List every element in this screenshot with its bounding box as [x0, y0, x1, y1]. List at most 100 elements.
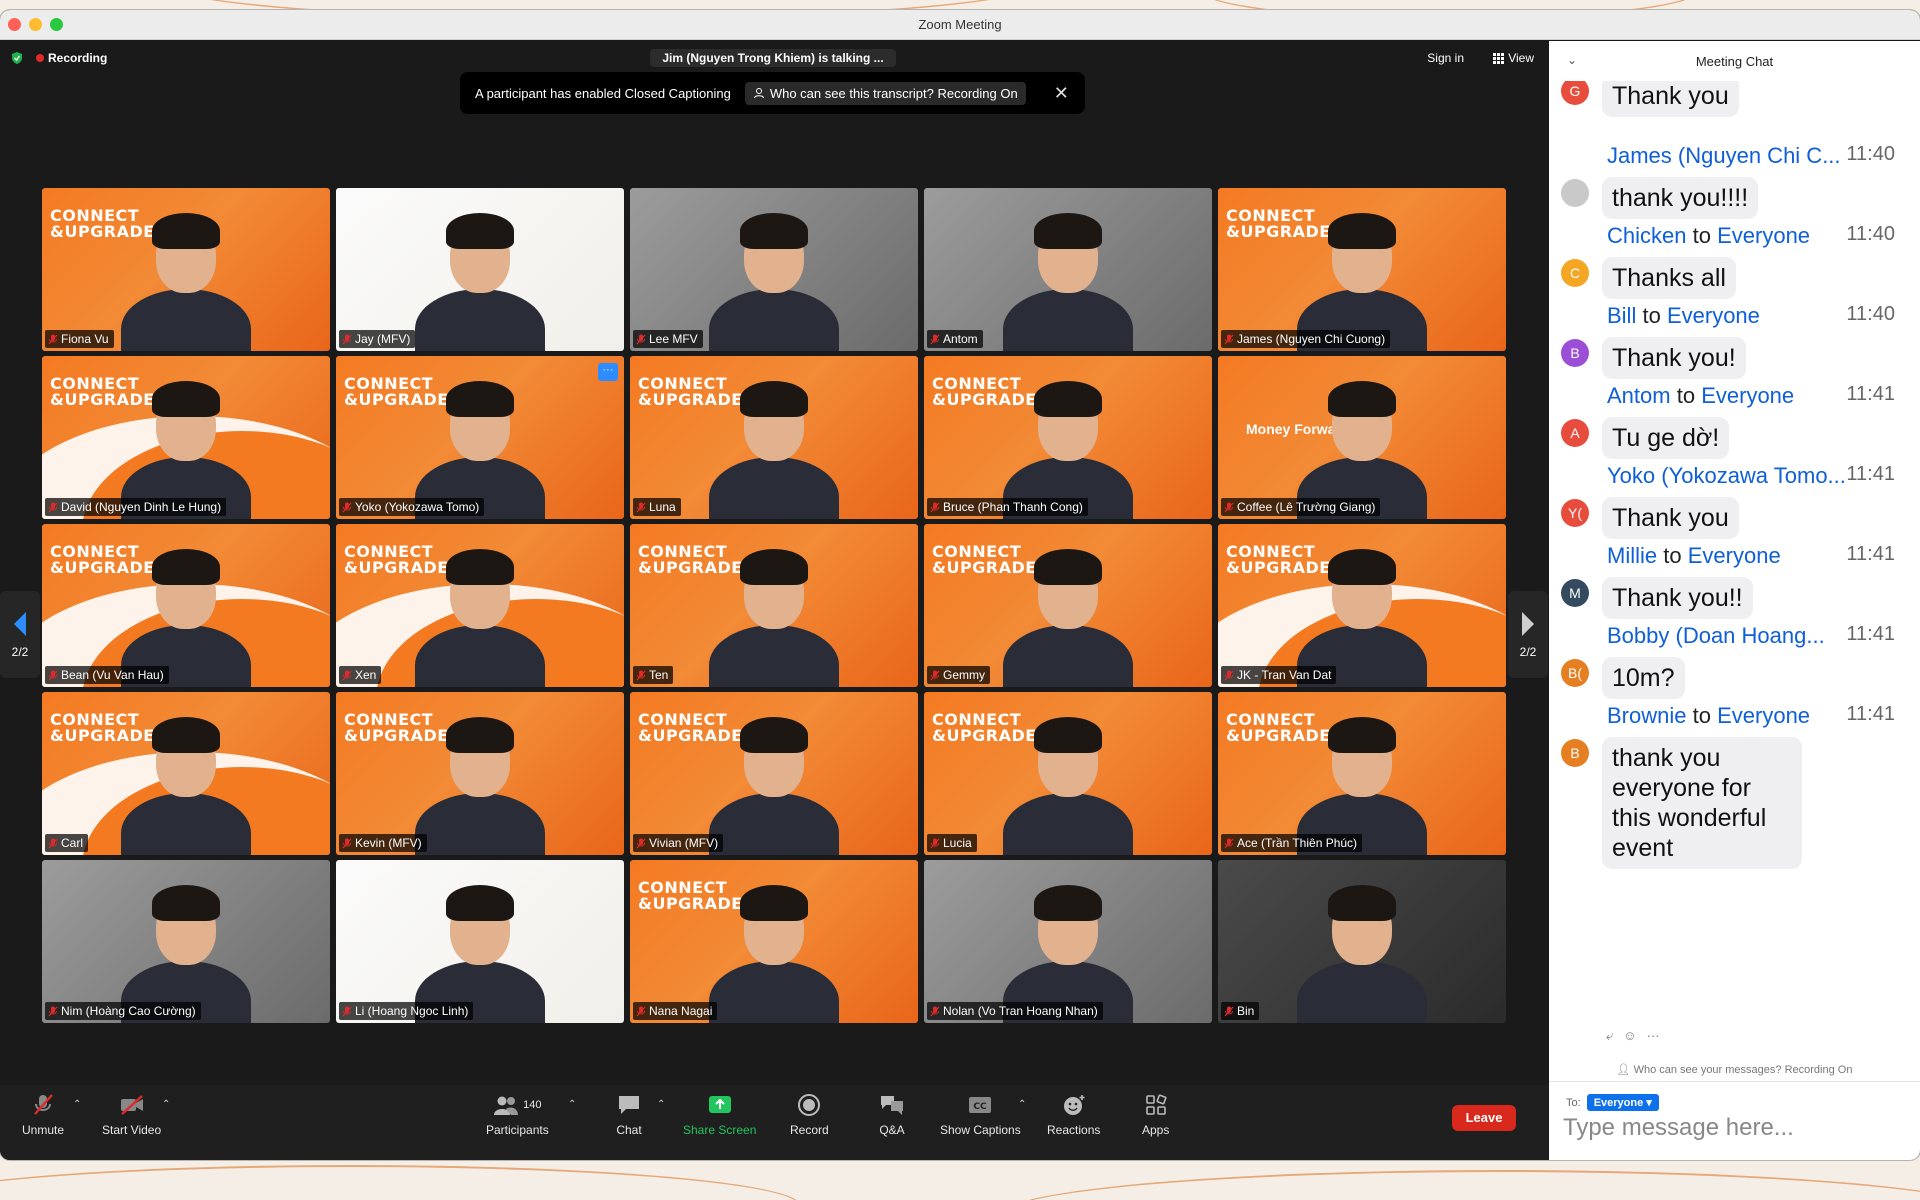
- avatar: G: [1561, 81, 1589, 105]
- chat-message-input[interactable]: [1563, 1112, 1903, 1144]
- view-button[interactable]: View: [1493, 51, 1534, 65]
- next-page-button[interactable]: 2/2: [1508, 591, 1548, 678]
- participant-tile[interactable]: CONNECT &UPGRADE James (Nguyen Chi Cuong): [1218, 188, 1506, 351]
- mic-off-icon: [342, 838, 352, 848]
- participant-tile[interactable]: CONNECT &UPGRADE Fiona Vu: [42, 188, 330, 351]
- participant-tile[interactable]: Jay (MFV): [336, 188, 624, 351]
- zoom-window-button[interactable]: [50, 18, 63, 31]
- message-actions: ⤶ ☺ ···: [1606, 1028, 1660, 1044]
- participant-video: [1003, 369, 1133, 519]
- participant-video: [709, 705, 839, 855]
- recording-dot-icon: [36, 54, 44, 62]
- participants-caret-icon[interactable]: ⌃: [568, 1099, 576, 1110]
- video-grid: CONNECT &UPGRADE Fiona Vu Jay (MFV) Lee MFV A…: [42, 188, 1506, 1023]
- participants-button[interactable]: 140 Participants: [486, 1093, 549, 1137]
- chat-message-list[interactable]: Gemmy to EveryoneGThank youJames (Nguyen…: [1549, 81, 1920, 1061]
- participant-name-tag: Bin: [1221, 1002, 1260, 1020]
- participant-tile[interactable]: Nim (Hoàng Cao Cường): [42, 860, 330, 1023]
- participant-tile[interactable]: Nolan (Vo Tran Hoang Nhan): [924, 860, 1212, 1023]
- sign-in-button[interactable]: Sign in: [1427, 51, 1464, 65]
- participant-name: Lee MFV: [649, 332, 698, 346]
- reply-icon[interactable]: ⤶: [1606, 1028, 1613, 1044]
- participant-tile[interactable]: CONNECT &UPGRADE Ten: [630, 524, 918, 687]
- participant-tile[interactable]: CONNECT &UPGRADE Carl: [42, 692, 330, 855]
- mic-off-icon: [1224, 334, 1234, 344]
- close-icon[interactable]: ✕: [1054, 83, 1069, 104]
- participant-tile[interactable]: Antom: [924, 188, 1212, 351]
- participant-video: [415, 537, 545, 687]
- emoji-reaction-icon[interactable]: ☺: [1623, 1028, 1636, 1044]
- participant-name-tag: Nana Nagai: [633, 1002, 718, 1020]
- shield-icon[interactable]: [10, 51, 24, 65]
- participant-tile[interactable]: CONNECT &UPGRADE Ace (Trần Thiên Phúc): [1218, 692, 1506, 855]
- participant-tile[interactable]: CONNECT &UPGRADE ··· Yoko (Yokozawa Tomo): [336, 356, 624, 519]
- participant-tile[interactable]: Li (Hoang Ngoc Linh): [336, 860, 624, 1023]
- chat-caret-icon[interactable]: ⌃: [657, 1099, 665, 1110]
- record-button[interactable]: Record: [790, 1093, 829, 1137]
- apps-button[interactable]: Apps: [1142, 1093, 1169, 1137]
- participant-video: [1297, 201, 1427, 351]
- participant-video: [709, 537, 839, 687]
- recipient-value: Everyone: [1593, 1097, 1644, 1109]
- mic-off-icon: [930, 670, 940, 680]
- participant-tile[interactable]: CONNECT &UPGRADE Xen: [336, 524, 624, 687]
- participant-tile[interactable]: CONNECT &UPGRADE JK - Tran Van Dat: [1218, 524, 1506, 687]
- qa-icon: [881, 1096, 903, 1115]
- chat-bubble: Thanks all: [1602, 257, 1736, 299]
- participant-tile[interactable]: CONNECT &UPGRADE Nana Nagai: [630, 860, 918, 1023]
- unmute-button[interactable]: Unmute: [22, 1093, 64, 1137]
- participant-tile[interactable]: CONNECT &UPGRADE Gemmy: [924, 524, 1212, 687]
- chat-button[interactable]: Chat: [616, 1093, 642, 1137]
- more-icon[interactable]: ···: [1647, 1028, 1660, 1044]
- chat-label: Chat: [616, 1123, 642, 1137]
- start-video-button[interactable]: Start Video: [102, 1093, 161, 1137]
- more-options-button[interactable]: ···: [598, 363, 618, 381]
- recipient-dropdown[interactable]: Everyone ▾: [1586, 1094, 1659, 1111]
- participant-tile[interactable]: CONNECT &UPGRADE Kevin (MFV): [336, 692, 624, 855]
- participant-tile[interactable]: CONNECT &UPGRADE David (Nguyen Dinh Le Hun…: [42, 356, 330, 519]
- participant-name: James (Nguyen Chi Cuong): [1237, 332, 1386, 346]
- window-title: Zoom Meeting: [918, 17, 1002, 32]
- participant-tile[interactable]: CONNECT &UPGRADE Lucia: [924, 692, 1212, 855]
- previous-page-button[interactable]: 2/2: [0, 591, 40, 678]
- show-captions-button[interactable]: CC Show Captions: [940, 1093, 1021, 1137]
- participant-name-tag: Ace (Trần Thiên Phúc): [1221, 834, 1363, 852]
- share-screen-icon: [708, 1096, 731, 1113]
- participant-name: Nana Nagai: [649, 1004, 713, 1018]
- participant-tile[interactable]: Lee MFV: [630, 188, 918, 351]
- participant-name-tag: Coffee (Lê Trường Giang): [1221, 498, 1381, 516]
- meeting-area: Recording Jim (Nguyen Trong Khiem) is ta…: [0, 41, 1548, 1116]
- participant-tile[interactable]: CONNECT &UPGRADE Vivian (MFV): [630, 692, 918, 855]
- reactions-button[interactable]: Reactions: [1047, 1093, 1100, 1137]
- participant-tile[interactable]: CONNECT &UPGRADE Bean (Vu Van Hau): [42, 524, 330, 687]
- chevron-left-icon: [14, 611, 26, 636]
- participant-name-tag: Jay (MFV): [339, 330, 416, 348]
- participant-video: [1003, 201, 1133, 351]
- participant-tile[interactable]: Bin: [1218, 860, 1506, 1023]
- start-video-label: Start Video: [102, 1123, 162, 1137]
- transcript-visibility-button[interactable]: Who can see this transcript? Recording O…: [744, 81, 1026, 105]
- video-options-caret-icon[interactable]: ⌃: [162, 1099, 170, 1110]
- window-controls: [8, 18, 63, 31]
- close-window-button[interactable]: [8, 18, 21, 31]
- person-icon: [753, 88, 764, 99]
- chat-privacy-notice[interactable]: 👤︎ Who can see your messages? Recording …: [1549, 1063, 1920, 1076]
- participant-name: Nolan (Vo Tran Hoang Nhan): [943, 1004, 1098, 1018]
- minimize-window-button[interactable]: [29, 18, 42, 31]
- titlebar: Zoom Meeting: [0, 10, 1920, 40]
- captions-caret-icon[interactable]: ⌃: [1018, 1099, 1026, 1110]
- cc-banner-text: A participant has enabled Closed Caption…: [475, 85, 731, 101]
- leave-button[interactable]: Leave: [1452, 1105, 1516, 1131]
- share-screen-button[interactable]: Share Screen: [683, 1093, 756, 1137]
- chevron-down-icon[interactable]: ⌄: [1567, 53, 1577, 67]
- participant-tile[interactable]: CONNECT &UPGRADE Bruce (Phan Thanh Cong): [924, 356, 1212, 519]
- participant-video: [1003, 705, 1133, 855]
- qa-button[interactable]: Q&A: [879, 1093, 905, 1137]
- participant-tile[interactable]: Money Forward Coffee (Lê Trường Giang): [1218, 356, 1506, 519]
- chat-timestamp: 11:41: [1846, 383, 1895, 405]
- mic-off-icon: [34, 1094, 53, 1115]
- audio-options-caret-icon[interactable]: ⌃: [73, 1099, 81, 1110]
- transcript-visibility-label: Who can see this transcript? Recording O…: [769, 85, 1018, 101]
- participant-tile[interactable]: CONNECT &UPGRADE Luna: [630, 356, 918, 519]
- participant-name-tag: James (Nguyen Chi Cuong): [1221, 330, 1391, 348]
